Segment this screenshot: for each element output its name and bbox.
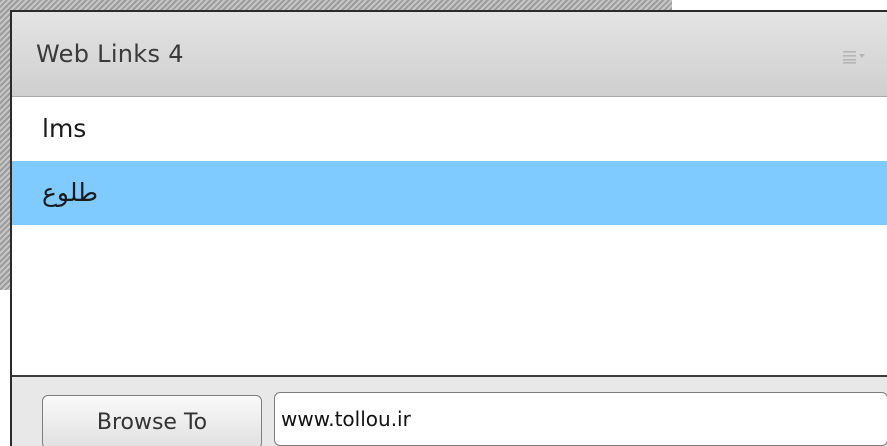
list-item[interactable]: lms: [12, 97, 887, 161]
pod-options-menu-icon[interactable]: [843, 49, 867, 64]
list-item-label: طلوع: [42, 178, 99, 207]
pod-footer: Browse To: [12, 375, 887, 446]
web-links-pod: Web Links 4 lms طلوع Browse To: [10, 10, 887, 446]
list-item-label: lms: [42, 114, 87, 143]
pod-title: Web Links 4: [36, 40, 184, 68]
links-list: lms طلوع: [12, 97, 887, 375]
pod-titlebar: Web Links 4: [12, 12, 887, 97]
list-item-selected[interactable]: طلوع: [12, 161, 887, 225]
url-input[interactable]: [274, 392, 887, 446]
browse-to-button[interactable]: Browse To: [42, 395, 262, 446]
